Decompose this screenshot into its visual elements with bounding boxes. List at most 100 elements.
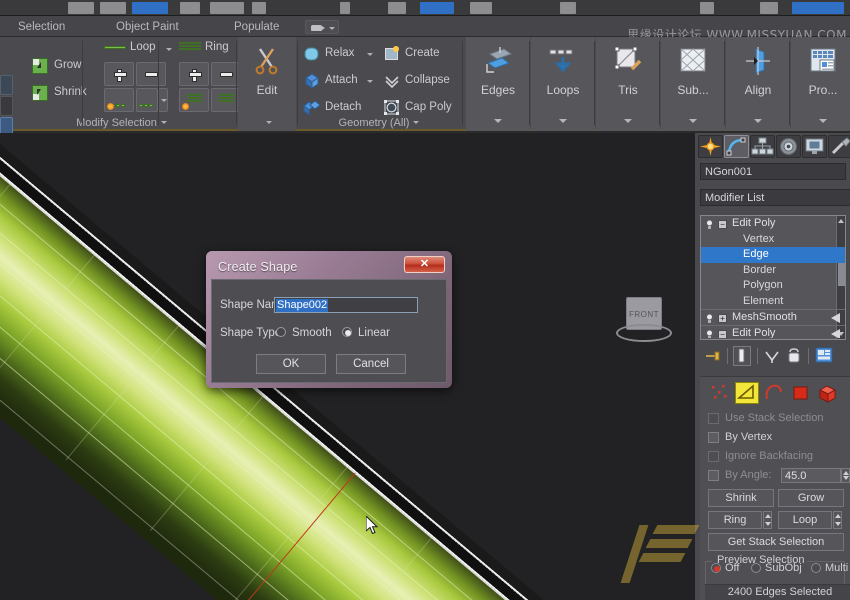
panel-title-geometry-all[interactable]: Geometry (All)	[299, 117, 459, 129]
object-name-field[interactable]: NGon001	[700, 163, 846, 180]
loop-dash-button[interactable]	[136, 88, 158, 112]
loop-more-button[interactable]	[158, 88, 168, 112]
toolbar-icon-2[interactable]	[100, 2, 126, 14]
toolbar-icon-3[interactable]	[132, 2, 168, 14]
toolbar-icon-13[interactable]	[760, 2, 778, 14]
display-tab[interactable]	[802, 135, 827, 158]
toolbar-icon-12[interactable]	[700, 2, 714, 14]
detach-button[interactable]: Detach	[303, 97, 375, 119]
toolbar-icon-14[interactable]	[792, 2, 844, 14]
lightbulb-icon[interactable]	[706, 313, 713, 323]
ignore-backfacing-checkbox[interactable]	[708, 451, 719, 462]
loop-spinner[interactable]	[833, 511, 842, 529]
toolbar-icon-6[interactable]	[252, 2, 266, 14]
view-cube[interactable]: FRONT	[614, 293, 674, 348]
stack-expand-toggle[interactable]: +	[718, 314, 727, 323]
loop-shrink-button[interactable]	[136, 62, 166, 86]
by-angle-field[interactable]: 45.0	[781, 468, 841, 483]
spinner-up-arrow-icon[interactable]	[835, 514, 841, 518]
loop-chevron-down-icon[interactable]	[166, 48, 172, 51]
ring-shift-button[interactable]	[179, 88, 209, 112]
lightbulb-icon[interactable]	[706, 329, 713, 338]
hierarchy-tab[interactable]	[750, 135, 775, 158]
properties-button[interactable]: Pro...	[791, 37, 850, 131]
shape-name-input[interactable]: Shape002	[274, 297, 418, 313]
close-icon[interactable]: ✕	[404, 256, 445, 273]
stack-row[interactable]: − Edit Poly	[701, 216, 845, 232]
main-toolbar-strip[interactable]	[0, 0, 850, 16]
modify-tab[interactable]	[724, 135, 749, 158]
view-cube-compass-ring[interactable]	[616, 324, 672, 342]
shape-type-linear-radio[interactable]	[342, 327, 352, 337]
toolbar-icon-11[interactable]	[560, 2, 576, 14]
pin-stack-button[interactable]	[704, 346, 722, 366]
attach-button[interactable]: Attach	[303, 70, 375, 92]
stack-row[interactable]: + MeshSmooth	[701, 309, 845, 325]
toolbar-icon-9[interactable]	[420, 2, 454, 14]
stack-row[interactable]: Border	[701, 263, 845, 279]
chevron-down-icon[interactable]	[819, 119, 827, 123]
chevron-down-icon[interactable]	[754, 119, 762, 123]
loops-button[interactable]: Loops	[531, 37, 595, 131]
configure-sets-button[interactable]	[814, 346, 834, 366]
utilities-tab[interactable]	[828, 135, 850, 158]
ribbon-tab-selection[interactable]: Selection	[12, 19, 71, 35]
by-angle-checkbox[interactable]	[708, 470, 719, 481]
cancel-button[interactable]: Cancel	[336, 354, 406, 374]
subobject-edge-button[interactable]	[0, 96, 13, 116]
toolbar-icon-8[interactable]	[388, 2, 406, 14]
modifier-list-dropdown[interactable]: Modifier List	[700, 189, 850, 206]
create-tab[interactable]	[698, 135, 723, 158]
loop-button[interactable]: Loop	[104, 41, 174, 57]
cap-poly-button[interactable]: Cap Poly	[383, 97, 459, 119]
toolbar-icon-4[interactable]	[180, 2, 200, 14]
chevron-down-icon[interactable]	[367, 53, 373, 56]
lightbulb-icon[interactable]	[706, 219, 713, 229]
by-angle-checkbox-row[interactable]: By Angle: 45.0	[708, 468, 850, 484]
modifier-stack[interactable]: − Edit Poly Vertex Edge Border Polygon E…	[700, 215, 846, 340]
tris-button[interactable]: Tris	[596, 37, 660, 131]
panel-title-edit[interactable]	[238, 117, 296, 129]
motion-tab[interactable]	[776, 135, 801, 158]
chevron-down-icon[interactable]	[494, 119, 502, 123]
toolbar-icon-7[interactable]	[340, 2, 350, 14]
by-angle-spinner[interactable]	[841, 468, 850, 483]
polygon-subobject-icon[interactable]	[789, 382, 813, 404]
use-stack-selection-checkbox[interactable]	[708, 413, 719, 424]
panel-title-modify-selection[interactable]: Modify Selection	[14, 117, 229, 129]
toolbar-icon-1[interactable]	[68, 2, 94, 14]
relax-button[interactable]: Relax	[303, 43, 375, 65]
subdivide-button[interactable]: Sub...	[661, 37, 725, 131]
toolbar-icon-10[interactable]	[470, 2, 492, 14]
chevron-down-icon[interactable]	[559, 119, 567, 123]
vertex-subobject-icon[interactable]	[708, 382, 732, 404]
chevron-down-icon[interactable]	[367, 80, 373, 83]
stack-expand-toggle[interactable]: −	[718, 329, 727, 338]
spinner-up-arrow-icon[interactable]	[843, 471, 849, 475]
ignore-backfacing-checkbox-row[interactable]: Ignore Backfacing	[708, 449, 848, 465]
chevron-down-icon[interactable]	[689, 119, 697, 123]
make-unique-button[interactable]	[763, 346, 781, 366]
chevron-down-icon[interactable]	[624, 119, 632, 123]
stack-row[interactable]: Vertex	[701, 232, 845, 248]
edges-button[interactable]: Edges	[466, 37, 530, 131]
create-shape-dialog[interactable]: Create Shape ✕ Shape Name: Shape002 Shap…	[206, 251, 452, 388]
loop-grow-button[interactable]	[104, 62, 134, 86]
subobject-vertex-button[interactable]	[0, 75, 13, 95]
shape-type-smooth-radio[interactable]	[276, 327, 286, 337]
by-vertex-checkbox-row[interactable]: By Vertex	[708, 430, 848, 446]
stack-row[interactable]: Element	[701, 294, 845, 310]
show-end-result-button[interactable]	[733, 346, 751, 366]
spinner-down-arrow-icon[interactable]	[843, 476, 849, 480]
ribbon-tab-object-paint[interactable]: Object Paint	[110, 19, 185, 35]
scissors-icon[interactable]	[254, 45, 280, 78]
ribbon-tab-populate[interactable]: Populate	[228, 19, 285, 35]
element-subobject-icon[interactable]	[816, 382, 840, 404]
stack-row-selected[interactable]: Edge	[701, 247, 845, 263]
stack-row[interactable]: − Edit Poly	[701, 324, 845, 338]
stack-expand-toggle[interactable]: −	[718, 220, 727, 229]
ribbon-camera-dropdown[interactable]	[305, 20, 339, 34]
align-button[interactable]: Align	[726, 37, 790, 131]
create-button[interactable]: Create	[383, 43, 459, 65]
remove-modifier-button[interactable]	[785, 346, 803, 366]
